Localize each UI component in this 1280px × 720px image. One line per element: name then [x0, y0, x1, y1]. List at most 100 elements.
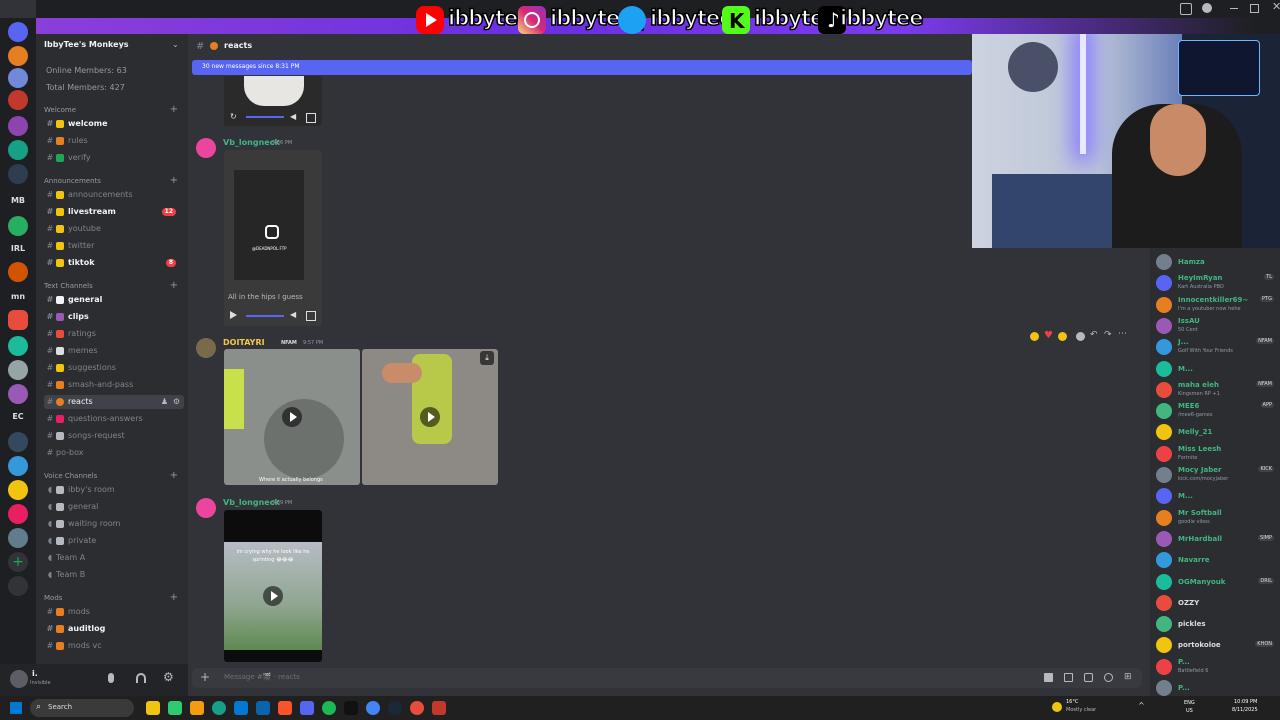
server-icon[interactable] [8, 90, 28, 110]
server-icon-active[interactable] [8, 310, 28, 330]
server-icon[interactable] [8, 528, 28, 548]
channel-mods[interactable]: # mods [44, 605, 184, 619]
channel-mods-vc[interactable]: # mods vc [44, 639, 184, 653]
forward-icon[interactable]: ↷ [1104, 330, 1112, 340]
fullscreen-icon[interactable] [306, 311, 316, 321]
voice-channel[interactable]: ◖ private [44, 534, 184, 548]
member-item[interactable]: Melly_21 [1156, 422, 1278, 442]
server-label[interactable]: EC [4, 412, 32, 421]
chrome-icon[interactable] [366, 701, 380, 715]
add-channel-icon[interactable]: + [170, 175, 178, 186]
channel-livestream[interactable]: # livestream 12 [44, 205, 184, 219]
server-icon[interactable] [8, 68, 28, 88]
steam-icon[interactable] [388, 701, 402, 715]
server-name[interactable]: IbbyTee's Monkeys [44, 40, 129, 49]
play-icon[interactable] [263, 586, 283, 606]
channel-verify[interactable]: # verify [44, 151, 184, 165]
video-embed[interactable]: ⤓ [362, 349, 498, 485]
add-reaction-icon[interactable] [1076, 332, 1085, 341]
chevron-down-icon[interactable]: ⌄ [172, 40, 179, 49]
sticker-icon[interactable] [1084, 673, 1093, 682]
emoji-icon[interactable] [1104, 673, 1113, 682]
channel-ratings[interactable]: # ratings [44, 327, 184, 341]
channel-smash-and-pass[interactable]: # smash-and-pass [44, 378, 184, 392]
heart-icon[interactable]: ♥ [1044, 330, 1053, 341]
maximize-button[interactable] [1250, 4, 1259, 13]
member-item[interactable]: Innocentkiller69~ PTG I'm a youtuber now h… [1156, 295, 1278, 315]
explore-icon[interactable] [8, 576, 28, 596]
server-icon[interactable] [8, 384, 28, 404]
home-server-icon[interactable] [8, 22, 28, 42]
message-input[interactable]: Message #🎬 · reacts [224, 673, 300, 681]
app-icon[interactable] [432, 701, 446, 715]
reaction-icon[interactable] [1030, 332, 1039, 341]
member-item[interactable]: P... Battlefield 6 [1156, 657, 1278, 677]
channel-tiktok[interactable]: # tiktok 8 [44, 256, 184, 270]
member-item[interactable]: P... [1156, 678, 1278, 698]
member-item[interactable]: portokoloe KHON [1156, 635, 1278, 655]
channel-questions-answers[interactable]: # questions-answers [44, 412, 184, 426]
member-item[interactable]: M... [1156, 359, 1278, 379]
member-item[interactable]: OGManyouk DRIL [1156, 572, 1278, 592]
add-channel-icon[interactable]: + [170, 470, 178, 481]
avatar[interactable] [196, 338, 216, 358]
terminal-icon[interactable] [344, 701, 358, 715]
progress-bar[interactable] [246, 315, 284, 317]
member-item[interactable]: Miss Leesh Fortnite [1156, 444, 1278, 464]
fullscreen-icon[interactable] [306, 113, 316, 123]
close-button[interactable]: ✕ [1272, 0, 1280, 13]
category-announcements[interactable]: Announcements [44, 177, 101, 185]
channel-rules[interactable]: # rules [44, 134, 184, 148]
member-item[interactable]: MrHardball SIMP [1156, 529, 1278, 549]
voice-channel[interactable]: ◖ Team A [44, 551, 184, 565]
user-name[interactable]: i. [32, 669, 38, 678]
member-item[interactable]: MEE6 APP/mee6-games [1156, 401, 1278, 421]
channel-songs-request[interactable]: # songs-request [44, 429, 184, 443]
member-item[interactable]: pickles [1156, 614, 1278, 634]
member-item[interactable]: Mr Softball goodie vibes [1156, 508, 1278, 528]
clock-time[interactable]: 10:09 PM [1234, 699, 1257, 705]
server-icon[interactable] [8, 360, 28, 380]
video-embed[interactable]: Where it actually belongs [224, 349, 360, 485]
windows-start-icon[interactable] [10, 702, 22, 714]
obs-icon[interactable] [410, 701, 424, 715]
gift-icon[interactable] [1044, 673, 1053, 682]
channel-memes[interactable]: # memes [44, 344, 184, 358]
server-icon[interactable] [8, 336, 28, 356]
channel-auditlog[interactable]: # auditlog [44, 622, 184, 636]
gif-icon[interactable] [1064, 673, 1073, 682]
server-label[interactable]: MB [4, 196, 32, 205]
add-channel-icon[interactable]: + [170, 104, 178, 115]
server-label[interactable]: mn [4, 292, 32, 301]
member-item[interactable]: Mocy Jaber KICK kick.com/mocyjaber [1156, 465, 1278, 485]
download-icon[interactable]: ⤓ [480, 351, 494, 365]
voice-channel[interactable]: ◖ Team B [44, 568, 184, 582]
headphones-icon[interactable] [136, 673, 146, 683]
add-channel-icon[interactable]: + [170, 592, 178, 603]
voice-channel[interactable]: ◖ waiting room [44, 517, 184, 531]
add-member-icon[interactable]: ♟ [161, 395, 168, 409]
brave-icon[interactable] [278, 701, 292, 715]
channel-po-box[interactable]: # po-box [44, 446, 184, 460]
add-channel-icon[interactable]: + [170, 280, 178, 291]
volume-icon[interactable]: ◀ [290, 112, 296, 121]
message-composer[interactable]: + Message #🎬 · reacts ⊞ [192, 668, 1142, 688]
outlook-icon[interactable] [256, 701, 270, 715]
avatar[interactable] [196, 138, 216, 158]
file-explorer-icon[interactable] [146, 701, 160, 715]
member-item[interactable]: HeyImRyan TL Kart Australia PBO [1156, 273, 1278, 293]
add-server-icon[interactable]: + [8, 552, 28, 572]
play-icon[interactable] [282, 407, 302, 427]
search-box[interactable]: ⌕ Search [30, 699, 134, 717]
server-label[interactable]: IRL [4, 244, 32, 253]
member-item[interactable]: maha eleh NFAM Kingsmen RP +1 [1156, 380, 1278, 400]
server-icon[interactable] [8, 46, 28, 66]
category-text[interactable]: Text Channels [44, 282, 93, 290]
member-item[interactable]: J... NFAM Golf With Your Friends [1156, 337, 1278, 357]
voice-channel[interactable]: ◖ ibby's room [44, 483, 184, 497]
category-mods[interactable]: Mods [44, 594, 62, 602]
channel-welcome[interactable]: # welcome [44, 117, 184, 131]
server-icon[interactable] [8, 456, 28, 476]
progress-bar[interactable] [246, 116, 284, 118]
server-icon[interactable] [8, 216, 28, 236]
